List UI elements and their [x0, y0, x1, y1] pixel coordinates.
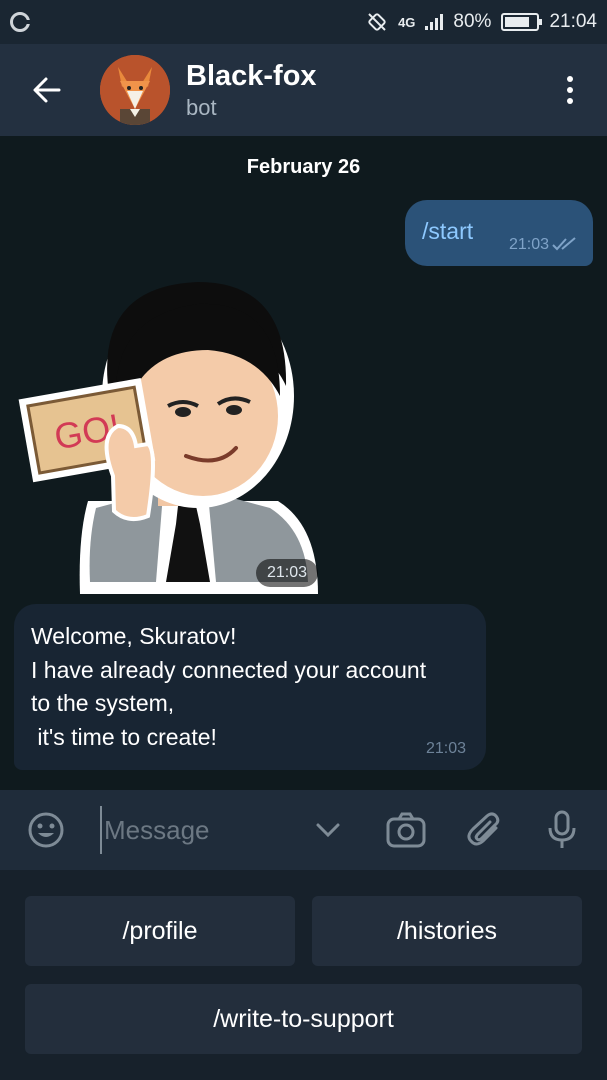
chevron-down-icon [316, 823, 340, 838]
fox-avatar-icon [100, 55, 170, 125]
sticker-time: 21:03 [256, 559, 318, 587]
arrow-left-icon [33, 77, 61, 103]
keyboard-button-profile[interactable]: /profile [25, 896, 295, 966]
message-composer [0, 790, 607, 870]
google-icon [10, 12, 30, 32]
keyboard-button-histories[interactable]: /histories [312, 896, 582, 966]
go-sticker-image: GO! [18, 282, 318, 594]
chat-area[interactable]: February 26 /start 21:03 GO! 21:03 Welco… [0, 136, 607, 790]
sticker-message[interactable]: GO! [18, 276, 328, 596]
chat-header: Black-fox bot [0, 44, 607, 136]
mic-icon [548, 810, 576, 848]
message-input[interactable] [100, 806, 300, 854]
auto-rotate-icon [368, 13, 386, 31]
double-check-icon [552, 237, 576, 251]
status-bar: 4G 80% 21:04 [0, 0, 607, 44]
clock: 21:04 [549, 11, 597, 32]
emoji-button[interactable] [26, 810, 66, 850]
camera-button[interactable] [384, 810, 428, 850]
emoji-icon [28, 812, 64, 848]
battery-percent: 80% [453, 11, 492, 32]
keyboard-button-write-to-support[interactable]: /write-to-support [25, 984, 582, 1054]
attach-button[interactable] [464, 810, 506, 852]
outgoing-message[interactable]: /start 21:03 [405, 200, 593, 266]
message-text: /start [422, 218, 474, 244]
camera-icon [386, 812, 426, 848]
chat-subtitle: bot [186, 95, 217, 120]
message-time: 21:03 [425, 740, 466, 757]
voice-button[interactable] [544, 808, 580, 852]
battery-icon [501, 13, 543, 31]
scroll-down-button[interactable] [310, 812, 346, 848]
message-text: Welcome, Skuratov! I have already connec… [31, 623, 427, 750]
attach-icon [467, 812, 500, 846]
chat-title: Black-fox [186, 60, 317, 92]
incoming-message[interactable]: Welcome, Skuratov! I have already connec… [14, 604, 486, 770]
more-vert-icon[interactable] [561, 70, 579, 110]
date-separator: February 26 [246, 156, 361, 178]
network-type: 4G [398, 14, 416, 30]
bot-keyboard: /profile /histories /write-to-support [0, 870, 607, 1080]
status-icons: 4G 80% 21:04 [366, 11, 597, 33]
chat-title-block[interactable]: Black-fox bot [186, 59, 317, 121]
back-button[interactable] [16, 59, 78, 121]
avatar[interactable] [100, 55, 170, 125]
signal-icon [425, 14, 444, 30]
message-time: 21:03 [508, 236, 549, 253]
